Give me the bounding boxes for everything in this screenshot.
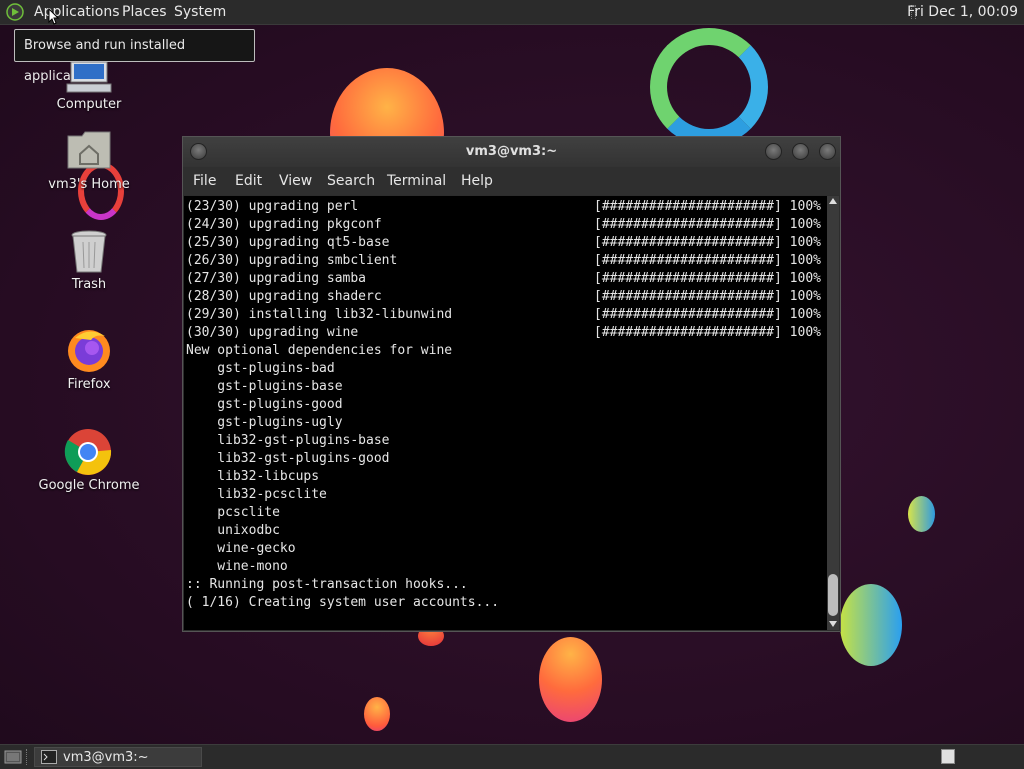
desktop-icon-label: vm3's Home [48,177,130,192]
progress-text: [######################] 100% [594,217,821,232]
terminal-line: :: Running post-transaction hooks... [186,577,468,592]
top-panel: Applications Places System Fri Dec 1, 00… [0,0,1024,25]
window-title: vm3@vm3:~ [465,144,558,159]
terminal-output[interactable]: (23/30) upgrading perl (24/30) upgrading… [184,196,827,630]
progress-text: [######################] 100% [594,199,821,214]
terminal-menubar: File Edit View Search Terminal Help [183,167,840,195]
terminal-line: wine-mono [186,559,288,574]
desktop-icon-firefox[interactable]: Firefox [29,326,149,394]
terminal-line: (29/30) installing lib32-libunwind [186,307,453,322]
progress-text: [######################] 100% [594,235,821,250]
trash-icon [71,230,107,273]
terminal-window[interactable]: vm3@vm3:~ File Edit View Search Terminal… [182,136,841,632]
terminal-line: New optional dependencies for wine [186,343,453,358]
terminal-line: pcsclite [186,505,280,520]
scroll-down-icon[interactable] [829,621,837,627]
terminal-line: (24/30) upgrading pkgconf [186,217,382,232]
menu-terminal[interactable]: Terminal [387,173,446,189]
progress-text: [######################] 100% [594,325,821,340]
terminal-line: ( 1/16) Creating system user accounts... [186,595,500,610]
scroll-thumb[interactable] [828,574,838,616]
maximize-button[interactable] [792,143,809,160]
desktop-icon-home[interactable]: vm3's Home [29,130,149,194]
menu-help[interactable]: Help [461,173,493,189]
show-desktop-icon[interactable] [4,749,22,765]
firefox-icon [68,330,110,372]
terminal-line: (30/30) upgrading wine [186,325,359,340]
terminal-line: gst-plugins-ugly [186,415,343,430]
system-menu[interactable]: System [174,4,226,20]
taskbar-button-label: vm3@vm3:~ [63,750,149,765]
desktop-icon-chrome[interactable]: Google Chrome [29,428,149,496]
close-button[interactable] [819,143,836,160]
mouse-cursor-icon [48,8,60,25]
applications-menu[interactable]: Applications [34,4,120,20]
desktop-icon-computer[interactable]: Computer [29,62,149,114]
chrome-icon [64,429,112,475]
terminal-scrollbar[interactable] [827,196,839,630]
desktop-icon-label: Google Chrome [38,478,140,493]
terminal-line: (25/30) upgrading qt5-base [186,235,390,250]
menu-file[interactable]: File [193,173,216,189]
menu-edit[interactable]: Edit [235,173,262,189]
terminal-line: lib32-gst-plugins-base [186,433,390,448]
minimize-button[interactable] [765,143,782,160]
desktop-icon-trash[interactable]: Trash [29,230,149,294]
terminal-line: unixodbc [186,523,280,538]
computer-icon [66,62,112,93]
places-menu[interactable]: Places [122,4,167,20]
terminal-line: lib32-pcsclite [186,487,327,502]
panel-separator [26,749,29,765]
desktop-icon-label: Computer [56,97,122,112]
terminal-line: (27/30) upgrading samba [186,271,367,286]
terminal-icon [41,750,57,764]
gnome-foot-icon[interactable] [6,3,24,21]
progress-text: [######################] 100% [594,253,821,268]
clock[interactable]: Fri Dec 1, 00:09 [907,4,1018,20]
scroll-up-icon[interactable] [829,198,837,204]
terminal-line: lib32-libcups [186,469,320,484]
bottom-panel: vm3@vm3:~ [0,744,1024,769]
workspace-switcher[interactable] [941,749,955,764]
home-folder-icon [67,131,111,169]
taskbar-button-terminal[interactable]: vm3@vm3:~ [34,747,202,767]
window-titlebar[interactable]: vm3@vm3:~ [183,137,840,167]
desktop-icon-label: Firefox [67,377,111,392]
terminal-line: lib32-gst-plugins-good [186,451,390,466]
terminal-line: (23/30) upgrading perl [186,199,359,214]
terminal-line: gst-plugins-base [186,379,343,394]
terminal-line: gst-plugins-good [186,397,343,412]
menu-search[interactable]: Search [327,173,375,189]
progress-text: [######################] 100% [594,289,821,304]
menu-view[interactable]: View [279,173,312,189]
terminal-line: wine-gecko [186,541,296,556]
terminal-line: (26/30) upgrading smbclient [186,253,398,268]
progress-text: [######################] 100% [594,307,821,322]
terminal-line: (28/30) upgrading shaderc [186,289,382,304]
tooltip: Browse and run installed applications [14,29,255,84]
progress-text: [######################] 100% [594,271,821,286]
terminal-line: gst-plugins-bad [186,361,335,376]
desktop-icon-label: Trash [71,277,107,292]
